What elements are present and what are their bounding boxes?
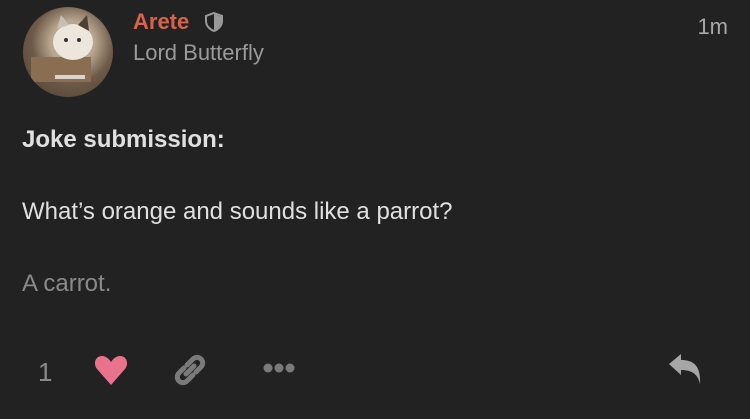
moderator-shield-icon [205, 12, 223, 32]
cat-in-box-avatar-image [31, 15, 93, 82]
like-count[interactable]: 1 [38, 357, 52, 388]
post-question: What’s orange and sounds like a parrot? [22, 198, 453, 225]
author-name[interactable]: Arete [133, 9, 189, 35]
reply-icon[interactable] [667, 353, 703, 385]
post-heading: Joke submission: [22, 126, 225, 153]
avatar[interactable] [23, 7, 113, 97]
more-options-icon[interactable] [262, 360, 298, 376]
like-heart-icon[interactable] [93, 354, 129, 386]
post-answer: A carrot. [22, 270, 112, 297]
copy-link-icon[interactable] [172, 352, 208, 388]
author-title: Lord Butterfly [133, 40, 264, 65]
post-timestamp[interactable]: 1m [697, 14, 728, 40]
